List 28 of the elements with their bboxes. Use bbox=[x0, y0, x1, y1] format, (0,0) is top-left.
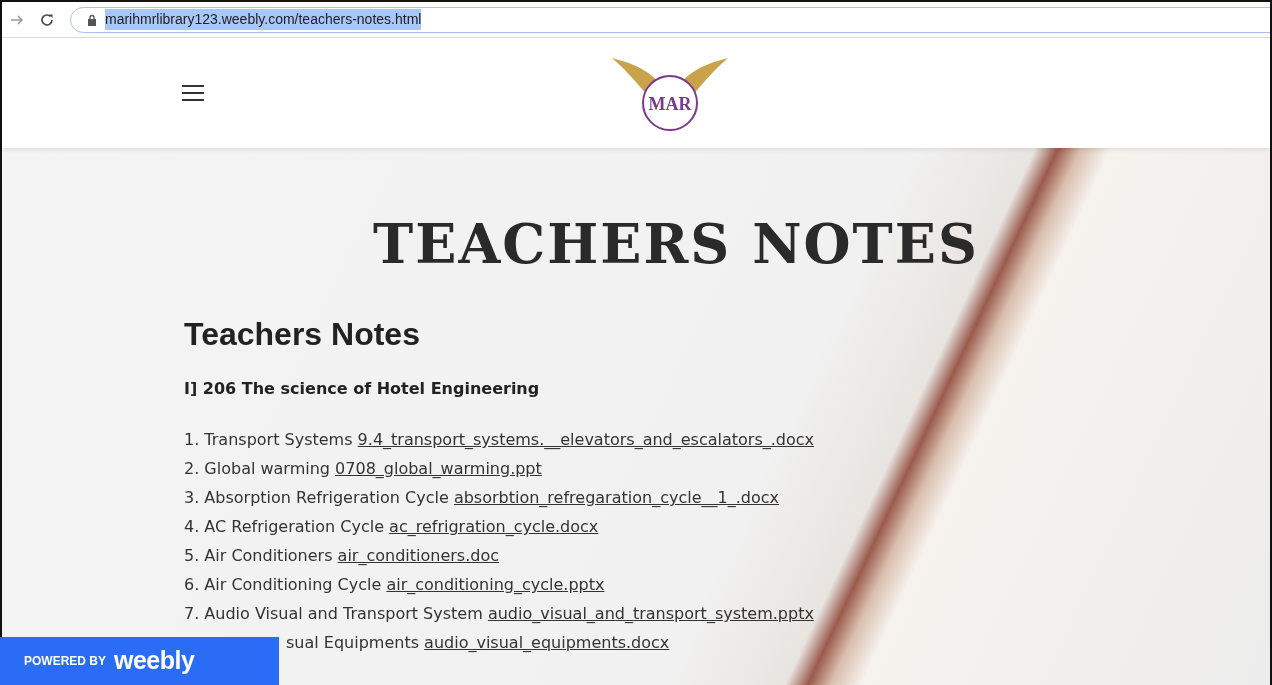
item-label: 2. Global warming bbox=[184, 459, 330, 479]
item-label: 1. Transport Systems bbox=[184, 430, 353, 450]
powered-by-badge[interactable]: POWERED BY weebly bbox=[0, 637, 279, 685]
file-link[interactable]: 0708_global_warming.ppt bbox=[335, 459, 542, 479]
item-label: 4. AC Refrigeration Cycle bbox=[184, 517, 384, 537]
forward-icon[interactable] bbox=[10, 12, 24, 27]
file-link[interactable]: air_conditioners.doc bbox=[337, 546, 499, 566]
file-link[interactable]: ac_refrigration_cycle.docx bbox=[389, 517, 599, 537]
file-link[interactable]: audio_visual_and_transport_system.pptx bbox=[487, 604, 814, 624]
item-label: 7. Audio Visual and Transport System bbox=[184, 604, 483, 624]
item-label: sual Equipments bbox=[286, 633, 419, 653]
file-link[interactable]: absorbtion_refregaration_cycle__1_.docx bbox=[453, 488, 779, 508]
subheading: I] 206 The science of Hotel Engineering bbox=[184, 379, 540, 399]
badge-brand: weebly bbox=[114, 645, 195, 677]
reload-icon[interactable] bbox=[40, 12, 54, 27]
logo[interactable]: MAR bbox=[610, 48, 730, 138]
file-link[interactable]: audio_visual_equipments.docx bbox=[424, 633, 670, 653]
file-link[interactable]: 9.4_transport_systems.__elevators_and_escalators_.docx bbox=[357, 430, 815, 450]
badge-prefix: POWERED BY bbox=[24, 653, 106, 670]
page-title: TEACHERS NOTES bbox=[373, 212, 979, 277]
item-label: 5. Air Conditioners bbox=[184, 546, 333, 566]
section-heading: Teachers Notes bbox=[184, 314, 420, 354]
file-link[interactable]: air_conditioning_cycle.pptx bbox=[386, 575, 605, 595]
menu-icon[interactable] bbox=[182, 85, 204, 101]
item-label: 3. Absorption Refrigeration Cycle bbox=[184, 488, 449, 508]
url-text: marihmrlibrary123.weebly.com/teachers-notes.html bbox=[105, 9, 422, 30]
item-label: 6. Air Conditioning Cycle bbox=[184, 575, 382, 595]
lock-icon bbox=[87, 13, 97, 26]
